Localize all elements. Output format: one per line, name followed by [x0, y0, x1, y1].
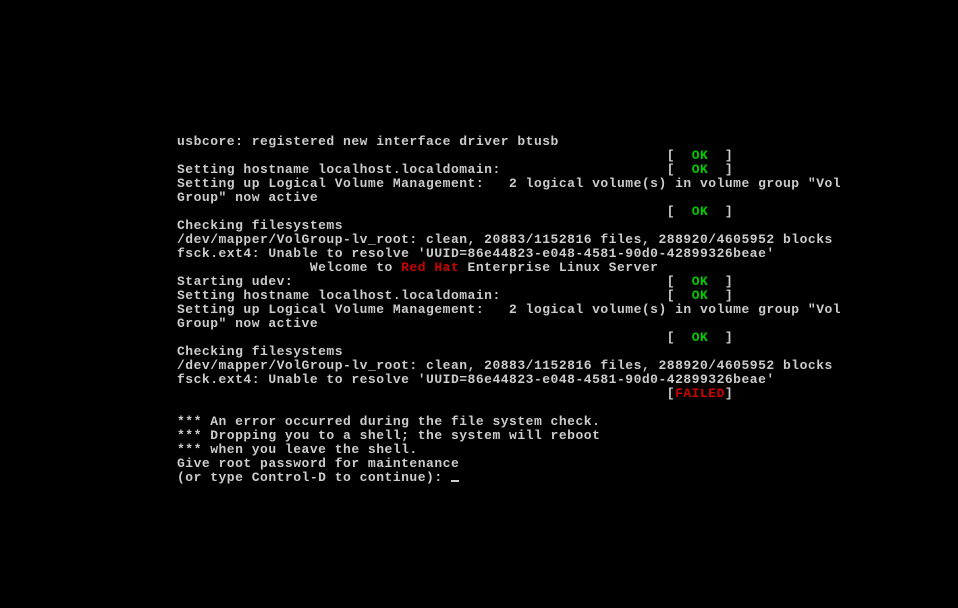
terminal-line: fsck.ext4: Unable to resolve 'UUID=86e44…	[177, 373, 958, 387]
terminal-text: Enterprise Linux Server	[459, 260, 658, 275]
terminal-line: Group" now active	[177, 191, 958, 205]
status-ok: OK	[692, 162, 709, 177]
terminal-line: (or type Control-D to continue):	[177, 471, 958, 485]
terminal-text: [	[177, 330, 692, 345]
terminal-text: ]	[708, 148, 733, 163]
terminal-text: Setting hostname localhost.localdomain: …	[177, 288, 692, 303]
terminal-line: *** An error occurred during the file sy…	[177, 415, 958, 429]
terminal-text: [	[177, 204, 692, 219]
terminal-line: Checking filesystems	[177, 219, 958, 233]
terminal-text: /dev/mapper/VolGroup-lv_root: clean, 208…	[177, 358, 833, 373]
terminal-text: *** Dropping you to a shell; the system …	[177, 428, 600, 443]
terminal-line: [ OK ]	[177, 331, 958, 345]
terminal-text: [	[177, 148, 692, 163]
terminal-text: ]	[708, 274, 733, 289]
terminal-line: Setting hostname localhost.localdomain: …	[177, 163, 958, 177]
status-ok: OK	[692, 148, 709, 163]
terminal-text: [	[177, 386, 675, 401]
terminal-line: Group" now active	[177, 317, 958, 331]
terminal-line: /dev/mapper/VolGroup-lv_root: clean, 208…	[177, 359, 958, 373]
terminal-text: *** when you leave the shell.	[177, 442, 418, 457]
terminal-text: Group" now active	[177, 190, 318, 205]
terminal-line: Starting udev: [ OK ]	[177, 275, 958, 289]
terminal-text: ]	[708, 162, 733, 177]
boot-terminal[interactable]: usbcore: registered new interface driver…	[0, 0, 958, 485]
status-ok: OK	[692, 330, 709, 345]
terminal-line: Welcome to Red Hat Enterprise Linux Serv…	[177, 261, 958, 275]
terminal-line: /dev/mapper/VolGroup-lv_root: clean, 208…	[177, 233, 958, 247]
terminal-line: *** Dropping you to a shell; the system …	[177, 429, 958, 443]
terminal-line: Setting up Logical Volume Management: 2 …	[177, 177, 958, 191]
status-ok: OK	[692, 274, 709, 289]
terminal-text: /dev/mapper/VolGroup-lv_root: clean, 208…	[177, 232, 833, 247]
terminal-text: ]	[708, 204, 733, 219]
terminal-line	[177, 401, 958, 415]
terminal-text: Group" now active	[177, 316, 318, 331]
terminal-text: (or type Control-D to continue):	[177, 470, 451, 485]
terminal-line: Setting up Logical Volume Management: 2 …	[177, 303, 958, 317]
terminal-text: Checking filesystems	[177, 344, 343, 359]
terminal-text: Setting hostname localhost.localdomain: …	[177, 162, 692, 177]
status-ok: OK	[692, 288, 709, 303]
terminal-line: [ OK ]	[177, 149, 958, 163]
terminal-text: *** An error occurred during the file sy…	[177, 414, 600, 429]
terminal-text: fsck.ext4: Unable to resolve 'UUID=86e44…	[177, 372, 775, 387]
status-text-red: FAILED	[675, 386, 725, 401]
terminal-text: Give root password for maintenance	[177, 456, 459, 471]
terminal-line: *** when you leave the shell.	[177, 443, 958, 457]
terminal-text: ]	[725, 386, 733, 401]
terminal-text: Setting up Logical Volume Management: 2 …	[177, 302, 841, 317]
terminal-text: Welcome to	[177, 260, 401, 275]
terminal-line: [ OK ]	[177, 205, 958, 219]
terminal-line: fsck.ext4: Unable to resolve 'UUID=86e44…	[177, 247, 958, 261]
terminal-line: Setting hostname localhost.localdomain: …	[177, 289, 958, 303]
terminal-text: ]	[708, 330, 733, 345]
status-text-red: Red Hat	[401, 260, 459, 275]
terminal-line: usbcore: registered new interface driver…	[177, 135, 958, 149]
terminal-text: Setting up Logical Volume Management: 2 …	[177, 176, 841, 191]
cursor	[451, 480, 459, 482]
terminal-line: [FAILED]	[177, 387, 958, 401]
terminal-text: usbcore: registered new interface driver…	[177, 134, 559, 149]
terminal-line: Checking filesystems	[177, 345, 958, 359]
terminal-text: ]	[708, 288, 733, 303]
terminal-text: fsck.ext4: Unable to resolve 'UUID=86e44…	[177, 246, 775, 261]
terminal-line: Give root password for maintenance	[177, 457, 958, 471]
terminal-text: Starting udev: [	[177, 274, 692, 289]
terminal-text: Checking filesystems	[177, 218, 343, 233]
status-ok: OK	[692, 204, 709, 219]
